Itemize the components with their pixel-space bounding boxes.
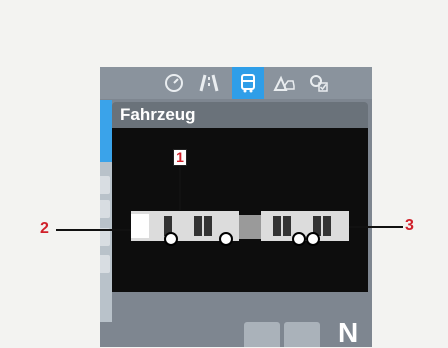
callout-2-label: 2 (40, 220, 49, 237)
tab-road[interactable] (193, 67, 225, 99)
tab-settings-check[interactable] (303, 67, 335, 99)
tab-speedometer[interactable] (158, 67, 190, 99)
side-indicator-pill (100, 255, 110, 273)
gear-indicator: N (338, 317, 359, 348)
bus-icon (241, 74, 255, 93)
warning-car-icon (273, 75, 295, 91)
side-indicator-pill (100, 176, 110, 194)
bottom-softkey[interactable] (244, 322, 280, 347)
tab-bus[interactable] (232, 67, 264, 99)
tab-warning-car[interactable] (268, 67, 300, 99)
speedometer-icon (165, 74, 183, 92)
callout-1-line (179, 166, 181, 210)
callout-1-label: 1 (173, 149, 187, 166)
callout-3-label: 3 (405, 217, 414, 234)
side-indicator-pill (100, 200, 110, 218)
settings-check-icon (310, 75, 328, 92)
side-indicator-active (100, 100, 112, 162)
bottom-softkey[interactable] (284, 322, 320, 347)
bottom-status-bar (100, 322, 372, 347)
road-icon (199, 74, 219, 92)
panel-title: Fahrzeug (112, 102, 368, 128)
callout-3-line (348, 226, 403, 228)
articulated-bus-icon (131, 211, 349, 246)
